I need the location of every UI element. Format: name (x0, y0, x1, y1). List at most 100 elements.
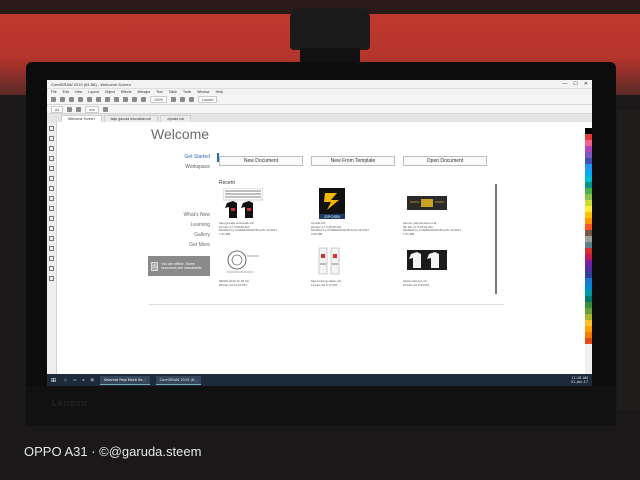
import-icon[interactable] (132, 97, 137, 102)
open-document-button[interactable]: Open Document (403, 156, 487, 166)
document-tabs: Welcome Screen baju garuda rescuetab.cdr… (47, 114, 592, 122)
system-tray[interactable]: 11:28 AM 01-Jan-17 (571, 376, 592, 384)
copy-icon[interactable] (96, 97, 101, 102)
nav-whats-new[interactable]: What's New (152, 210, 210, 220)
taskbar-app-browser[interactable]: Selamat Pagi Kitab Se... (99, 375, 150, 385)
new-icon[interactable] (51, 97, 56, 102)
rectangle-tool-icon[interactable] (49, 186, 54, 191)
shelf (617, 110, 640, 410)
recent-item[interactable]: banner garuda steem.cdr 05-Jan-17 5:18:0… (403, 188, 493, 242)
interactive-fill-icon[interactable] (49, 276, 54, 281)
freehand-tool-icon[interactable] (49, 166, 54, 171)
menu-table[interactable]: Table (169, 90, 177, 94)
ellipse-tool-icon[interactable] (49, 196, 54, 201)
print-icon[interactable] (78, 97, 83, 102)
menu-file[interactable]: File (51, 90, 57, 94)
palette-swatch[interactable] (585, 338, 592, 344)
connector-tool-icon[interactable] (49, 236, 54, 241)
menu-window[interactable]: Window (197, 90, 209, 94)
webcam-mount (300, 48, 360, 62)
thumbnail-tees (407, 246, 447, 278)
zoom-level-field[interactable]: 100% (150, 96, 167, 103)
maximize-button[interactable]: ☐ (573, 81, 577, 87)
menu-help[interactable]: Help (216, 90, 223, 94)
explorer-icon[interactable]: ▤ (91, 378, 94, 382)
undo-icon[interactable] (114, 97, 119, 102)
welcome-nav-bottom: What's New Learning Gallery Get More (152, 210, 210, 250)
recent-size: 3.06 MB (311, 231, 323, 236)
tab-welcome-screen[interactable]: Welcome Screen (61, 115, 102, 122)
launch-dropdown[interactable]: Launch (197, 96, 218, 103)
polygon-tool-icon[interactable] (49, 206, 54, 211)
paste-icon[interactable] (105, 97, 110, 102)
eyedropper-icon[interactable] (49, 266, 54, 271)
recent-item[interactable]: ZIPOSBI ziposbi.cdr 20-Dec-17 2:45:09 AM… (311, 188, 401, 242)
pick-tool-icon[interactable] (49, 126, 54, 131)
recent-item[interactable]: baju lantai gerakan.cdr 14-Dec-16 3:17 P… (311, 246, 401, 300)
close-button[interactable]: ✕ (584, 81, 588, 87)
property-bar: A4 mm (47, 105, 592, 114)
export-icon[interactable] (141, 97, 146, 102)
recent-size: 1.51 MB (403, 231, 415, 236)
tab-ziposbi[interactable]: ziposbi.cdr (160, 115, 191, 122)
menu-edit[interactable]: Edit (63, 90, 69, 94)
welcome-screen: Welcome Get Started Workspace What's New… (57, 122, 585, 374)
landscape-icon[interactable] (76, 106, 82, 112)
text-tool-icon[interactable] (49, 216, 54, 221)
zoom-tool-icon[interactable] (49, 156, 54, 161)
tab-baju-garuda[interactable]: baju garuda rescuetab.cdr (103, 115, 159, 122)
menu-text[interactable]: Text (156, 90, 162, 94)
task-view-icon[interactable]: ▭ (73, 378, 76, 382)
thumbnail-logo: ZIPOSBI (315, 188, 355, 220)
nav-gallery[interactable]: Gallery (152, 230, 210, 240)
units-field[interactable]: mm (85, 105, 100, 113)
taskbar-app-coreldraw[interactable]: CorelDRAW 2019 (6... (155, 375, 202, 385)
nav-learning[interactable]: Learning (152, 220, 210, 230)
toolbox (47, 122, 57, 374)
open-icon[interactable] (60, 97, 65, 102)
welcome-nav-top: Get Started Workspace (152, 152, 210, 172)
parallel-dimension-icon[interactable] (49, 226, 54, 231)
nav-get-started[interactable]: Get Started (152, 152, 210, 162)
shape-tool-icon[interactable] (49, 136, 54, 141)
menu-object[interactable]: Object (105, 90, 115, 94)
color-palette (585, 122, 592, 374)
window-title: CorelDRAW 2019 (64-Bit) - Welcome Screen (51, 81, 131, 87)
save-icon[interactable] (69, 97, 74, 102)
cut-icon[interactable] (87, 97, 92, 102)
menu-view[interactable]: View (75, 90, 83, 94)
minimize-button[interactable]: — (562, 81, 567, 87)
recent-item[interactable]: tshirtmockup2.cdr 10-Dec-16 9:40 PM (403, 246, 493, 300)
redo-icon[interactable] (123, 97, 128, 102)
transparency-icon[interactable] (49, 256, 54, 261)
new-from-template-button[interactable]: New From Template (311, 156, 395, 166)
page-size-field[interactable]: A4 (51, 105, 64, 113)
menu-tools[interactable]: Tools (183, 90, 191, 94)
thumbnail-banner (407, 188, 447, 220)
full-screen-icon[interactable] (170, 97, 176, 102)
recent-item[interactable]: DESIN 2016 12 28.cdr 28-Dec-16 11:22 PM (219, 246, 309, 300)
drop-shadow-icon[interactable] (49, 246, 54, 251)
recent-item[interactable]: baju garuda rescuetab.cdr 07-Nov-17 4:08… (219, 187, 309, 242)
artistic-media-icon[interactable] (49, 176, 54, 181)
offline-icon: ⚠ (151, 261, 159, 271)
standard-toolbar: 100% Launch (47, 95, 592, 105)
windows-start-icon[interactable]: ⊞ (51, 377, 58, 384)
new-document-button[interactable]: New Document (219, 156, 303, 166)
menu-effects[interactable]: Effects (121, 90, 132, 94)
rulers-icon[interactable] (179, 97, 185, 102)
crop-tool-icon[interactable] (49, 146, 54, 151)
clock-date: 01-Jan-17 (570, 380, 588, 384)
snap-icon[interactable] (188, 97, 194, 102)
menu-bitmaps[interactable]: Bitmaps (137, 90, 150, 94)
search-icon[interactable]: ○ (64, 378, 67, 382)
menu-layout[interactable]: Layout (88, 90, 99, 94)
recent-label: Recent (219, 180, 235, 186)
nudge-icon[interactable] (103, 106, 109, 112)
nav-get-more[interactable]: Get More (152, 240, 210, 250)
portrait-icon[interactable] (67, 106, 73, 112)
recent-scrollbar[interactable] (495, 184, 497, 294)
nav-workspace[interactable]: Workspace (152, 162, 210, 172)
title-bar: CorelDRAW 2019 (64-Bit) - Welcome Screen… (47, 80, 592, 89)
edge-icon[interactable]: e (82, 378, 84, 382)
